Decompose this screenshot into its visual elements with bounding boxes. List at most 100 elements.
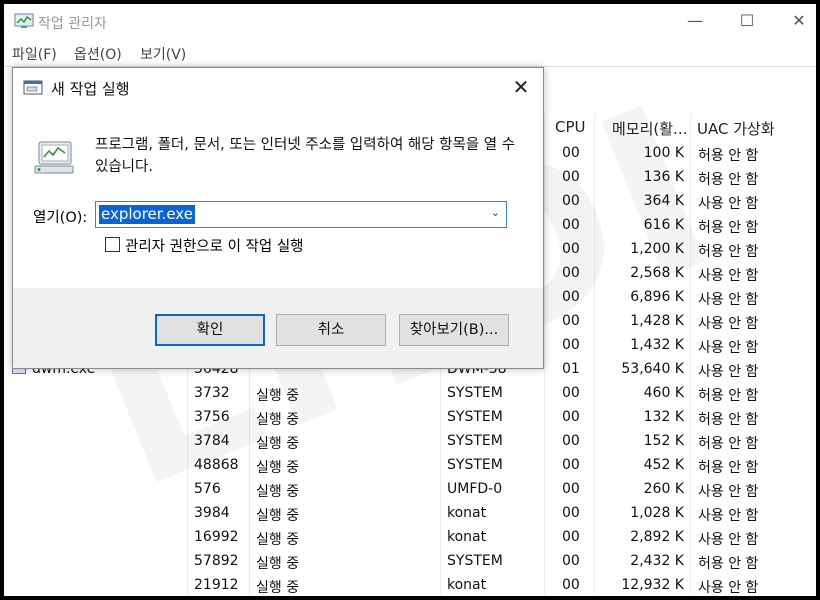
cell-pid: 3784 [194,433,230,449]
menu-view[interactable]: 보기(V) [140,44,186,64]
column-header-cpu[interactable]: CPU [555,118,586,136]
table-row[interactable]: 21912 실행 중 konat 00 12,932 K 사용 안 함 [4,574,816,596]
cell-memory: 6,896 K [630,289,684,305]
cell-user: konat [447,577,487,593]
cell-uac: 허용 안 함 [698,556,759,572]
dialog-message: 프로그램, 폴더, 문서, 또는 인터넷 주소를 입력하여 해당 항목을 열 수… [95,137,516,175]
cell-memory: 132 K [643,409,684,425]
cell-user: konat [447,529,487,545]
cell-cpu: 00 [562,553,580,569]
cell-cpu: 00 [562,169,580,185]
cell-cpu: 00 [562,265,580,281]
run-dialog: 새 작업 실행 ✕ 프로그램, 폴더, 문서, 또는 인터넷 주소를 입력하여 … [12,67,544,369]
run-as-admin-checkbox[interactable] [105,237,120,252]
browse-button[interactable]: 찾아보기(B)... [399,314,509,346]
menu-file[interactable]: 파일(F) [12,44,57,64]
cell-status: 실행 중 [256,436,300,452]
ok-button[interactable]: 확인 [155,314,265,346]
cell-user: konat [447,505,487,521]
cell-memory: 152 K [643,433,684,449]
cell-memory: 452 K [643,457,684,473]
close-window-icon[interactable]: ✕ [776,8,816,34]
table-row[interactable]: 57892 실행 중 SYSTEM 00 2,432 K 허용 안 함 [4,550,816,574]
cell-cpu: 00 [562,145,580,161]
cell-cpu: 00 [562,505,580,521]
cell-uac: 허용 안 함 [698,460,759,476]
open-combobox[interactable]: explorer.exe ⌄ [95,201,507,228]
cell-cpu: 00 [562,577,580,593]
cell-memory: 1,432 K [630,337,684,353]
cell-cpu: 00 [562,193,580,209]
cell-uac: 허용 안 함 [698,148,759,164]
cell-uac: 사용 안 함 [698,580,759,596]
table-row[interactable]: 3732 실행 중 SYSTEM 00 460 K 허용 안 함 [4,382,816,406]
cell-uac: 사용 안 함 [698,292,759,308]
cell-user: SYSTEM [447,385,503,401]
cell-user: SYSTEM [447,457,503,473]
cell-cpu: 00 [562,409,580,425]
cell-pid: 3984 [194,505,230,521]
column-header-uac[interactable]: UAC 가상화 [697,118,775,139]
cell-user: SYSTEM [447,409,503,425]
cell-memory: 1,200 K [630,241,684,257]
table-row[interactable]: 3984 실행 중 konat 00 1,028 K 사용 안 함 [4,502,816,526]
cell-cpu: 00 [562,313,580,329]
column-header-memory[interactable]: 메모리(활... [612,118,687,139]
dialog-body: 프로그램, 폴더, 문서, 또는 인터넷 주소를 입력하여 해당 항목을 열 수… [13,106,543,288]
maximize-icon[interactable]: ☐ [724,8,770,34]
cell-memory: 2,568 K [630,265,684,281]
cell-uac: 사용 안 함 [698,196,759,212]
run-as-admin-label[interactable]: 관리자 권한으로 이 작업 실행 [125,235,304,256]
cell-cpu: 00 [562,289,580,305]
cell-uac: 사용 안 함 [698,340,759,356]
cell-uac: 사용 안 함 [698,268,759,284]
cell-status: 실행 중 [256,460,300,476]
cell-memory: 136 K [643,169,684,185]
dialog-title: 새 작업 실행 [51,80,130,98]
cell-cpu: 01 [562,361,580,377]
cell-status: 실행 중 [256,388,300,404]
task-manager-icon [14,13,34,28]
cell-cpu: 00 [562,433,580,449]
open-label: 열기(O): [33,210,88,226]
cell-status: 실행 중 [256,532,300,548]
chevron-down-icon[interactable]: ⌄ [491,206,500,219]
cell-status: 실행 중 [256,556,300,572]
cell-cpu: 00 [562,457,580,473]
table-row[interactable]: 48868 실행 중 SYSTEM 00 452 K 허용 안 함 [4,454,816,478]
cell-uac: 허용 안 함 [698,172,759,188]
cell-pid: 57892 [194,553,239,569]
close-icon[interactable]: ✕ [501,72,541,102]
table-row[interactable]: 3784 실행 중 SYSTEM 00 152 K 허용 안 함 [4,430,816,454]
cell-status: 실행 중 [256,508,300,524]
cell-user: SYSTEM [447,553,503,569]
task-manager-window: 작업 관리자 — ☐ ✕ 파일(F) 옵션(O) 보기(V) CPU 메모리(활… [4,4,816,596]
cell-uac: 허용 안 함 [698,412,759,428]
minimize-icon[interactable]: — [672,8,718,34]
cell-memory: 100 K [643,145,684,161]
menu-options[interactable]: 옵션(O) [74,44,122,64]
cell-uac: 사용 안 함 [698,532,759,548]
cell-cpu: 00 [562,337,580,353]
open-input-value[interactable]: explorer.exe [99,205,195,224]
task-manager-title: 작업 관리자 [38,16,107,32]
cell-cpu: 00 [562,481,580,497]
cell-cpu: 00 [562,217,580,233]
dialog-titlebar: 새 작업 실행 ✕ [13,68,543,106]
cell-memory: 1,428 K [630,313,684,329]
run-program-icon [34,141,74,174]
cell-pid: 21912 [194,577,239,593]
cell-uac: 허용 안 함 [698,436,759,452]
table-row[interactable]: 16992 실행 중 konat 00 2,892 K 사용 안 함 [4,526,816,550]
cell-uac: 사용 안 함 [698,484,759,500]
cell-cpu: 00 [562,529,580,545]
cell-memory: 616 K [643,217,684,233]
table-row[interactable]: 576 실행 중 UMFD-0 00 260 K 사용 안 함 [4,478,816,502]
table-row[interactable]: 3756 실행 중 SYSTEM 00 132 K 허용 안 함 [4,406,816,430]
cell-memory: 1,028 K [630,505,684,521]
cell-uac: 허용 안 함 [698,388,759,404]
cell-pid: 576 [194,481,221,497]
cancel-button[interactable]: 취소 [276,314,386,346]
cell-pid: 3732 [194,385,230,401]
cell-cpu: 00 [562,385,580,401]
